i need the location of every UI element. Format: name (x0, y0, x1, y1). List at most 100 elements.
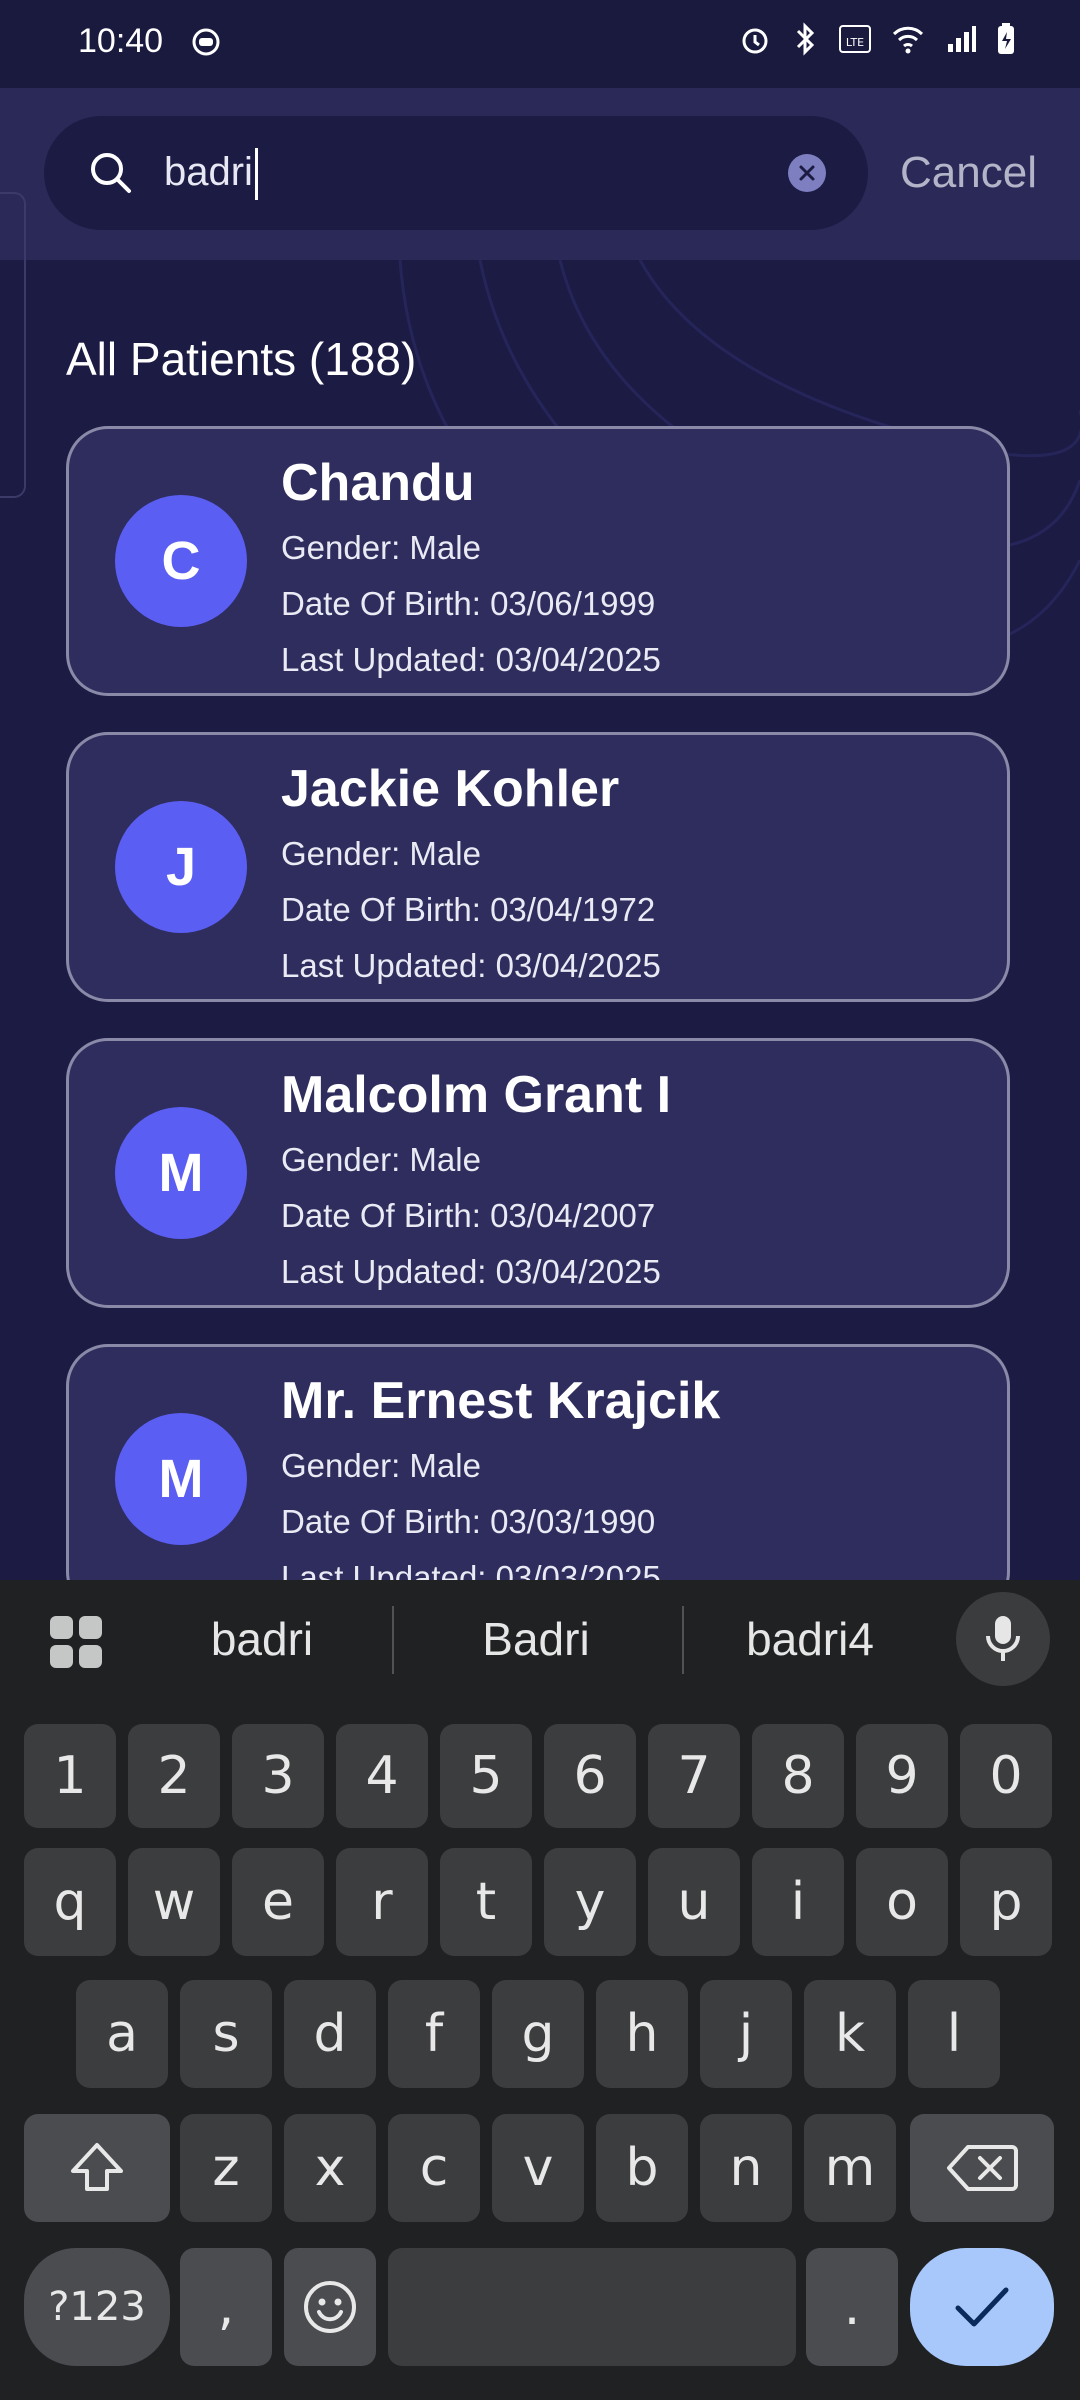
key-n[interactable]: n (700, 2114, 792, 2222)
suggestion-item[interactable]: badri4 (680, 1612, 940, 1666)
key-f[interactable]: f (388, 1980, 480, 2088)
key-p[interactable]: p (960, 1848, 1052, 1956)
checkmark-icon (955, 2287, 1009, 2327)
key-y[interactable]: y (544, 1848, 636, 1956)
avatar: M (115, 1107, 247, 1239)
close-icon (799, 165, 815, 181)
status-bar: 10:40 LTE (0, 0, 1080, 88)
comma-key[interactable]: , (180, 2248, 272, 2366)
backspace-icon (947, 2145, 1018, 2191)
key-i[interactable]: i (752, 1848, 844, 1956)
patient-card[interactable]: M Malcolm Grant I Gender: Male Date Of B… (66, 1038, 1010, 1308)
shift-key[interactable] (24, 2114, 170, 2222)
key-z[interactable]: z (180, 2114, 272, 2222)
patient-card[interactable]: C Chandu Gender: Male Date Of Birth: 03/… (66, 426, 1010, 696)
period-key[interactable]: . (806, 2248, 898, 2366)
signal-icon (948, 26, 976, 52)
suggestion-item[interactable]: badri (132, 1612, 392, 1666)
space-key[interactable] (388, 2248, 796, 2366)
status-time: 10:40 (78, 22, 164, 60)
search-input[interactable]: badri (44, 116, 868, 230)
key-t[interactable]: t (440, 1848, 532, 1956)
patient-last-updated: Last Updated: 03/04/2025 (281, 947, 661, 984)
keyboard-apps-icon[interactable] (48, 1614, 104, 1670)
key-m[interactable]: m (804, 2114, 896, 2222)
bluetooth-icon (796, 22, 815, 56)
key-2[interactable]: 2 (128, 1724, 220, 1828)
microphone-icon (986, 1616, 1020, 1661)
patient-last-updated: Last Updated: 03/04/2025 (281, 1253, 661, 1290)
patient-last-updated: Last Updated: 03/04/2025 (281, 641, 661, 678)
patient-dob: Date Of Birth: 03/04/1972 (281, 891, 656, 928)
backspace-key[interactable] (910, 2114, 1054, 2222)
clear-search-button[interactable] (788, 154, 826, 192)
patient-gender: Gender: Male (281, 529, 481, 566)
suggestion-item[interactable]: Badri (406, 1612, 666, 1666)
patient-name: Chandu (281, 454, 475, 512)
text-cursor (254, 148, 258, 201)
key-g[interactable]: g (492, 1980, 584, 2088)
enter-key[interactable] (910, 2248, 1054, 2366)
battery-icon (998, 23, 1014, 54)
patient-card[interactable]: M Mr. Ernest Krajcik Gender: Male Date O… (66, 1344, 1010, 1614)
patient-gender: Gender: Male (281, 1447, 481, 1484)
key-1[interactable]: 1 (24, 1724, 116, 1828)
key-a[interactable]: a (76, 1980, 168, 2088)
search-icon (91, 153, 131, 193)
patient-name: Malcolm Grant I (281, 1066, 672, 1124)
key-h[interactable]: h (596, 1980, 688, 2088)
patient-gender: Gender: Male (281, 835, 481, 872)
key-v[interactable]: v (492, 2114, 584, 2222)
avatar: C (115, 495, 247, 627)
key-d[interactable]: d (284, 1980, 376, 2088)
app-notification-icon (192, 28, 220, 56)
key-4[interactable]: 4 (336, 1724, 428, 1828)
symbols-key[interactable]: ?123 (24, 2248, 170, 2366)
patient-name: Jackie Kohler (281, 760, 620, 818)
shift-icon (71, 2143, 123, 2191)
suggestion-bar: badri Badri badri4 (0, 1580, 1080, 1700)
patient-name: Mr. Ernest Krajcik (281, 1372, 721, 1430)
key-r[interactable]: r (336, 1848, 428, 1956)
patient-dob: Date Of Birth: 03/03/1990 (281, 1503, 656, 1540)
cancel-button[interactable]: Cancel (900, 148, 1037, 198)
search-value: badri (164, 144, 258, 201)
soft-keyboard: badri Badri badri4 1 2 3 4 5 6 7 8 9 0 q… (0, 1580, 1080, 2400)
patient-dob: Date Of Birth: 03/06/1999 (281, 585, 656, 622)
key-9[interactable]: 9 (856, 1724, 948, 1828)
svg-text:LTE: LTE (846, 36, 864, 49)
status-icons: LTE (738, 22, 1016, 56)
emoji-key[interactable] (284, 2248, 376, 2366)
key-6[interactable]: 6 (544, 1724, 636, 1828)
avatar: J (115, 801, 247, 933)
key-e[interactable]: e (232, 1848, 324, 1956)
wifi-icon (892, 26, 924, 54)
section-title: All Patients (188) (66, 333, 417, 385)
key-j[interactable]: j (700, 1980, 792, 2088)
volte-icon: LTE (839, 25, 871, 53)
key-k[interactable]: k (804, 1980, 896, 2088)
key-o[interactable]: o (856, 1848, 948, 1956)
avatar: M (115, 1413, 247, 1545)
key-3[interactable]: 3 (232, 1724, 324, 1828)
patient-dob: Date Of Birth: 03/04/2007 (281, 1197, 656, 1234)
key-b[interactable]: b (596, 2114, 688, 2222)
emoji-icon (304, 2281, 356, 2333)
key-w[interactable]: w (128, 1848, 220, 1956)
voice-input-button[interactable] (956, 1592, 1050, 1686)
key-8[interactable]: 8 (752, 1724, 844, 1828)
suggestion-divider (392, 1606, 394, 1674)
key-l[interactable]: l (908, 1980, 1000, 2088)
alarm-icon (742, 28, 768, 54)
key-c[interactable]: c (388, 2114, 480, 2222)
key-q[interactable]: q (24, 1848, 116, 1956)
key-0[interactable]: 0 (960, 1724, 1052, 1828)
key-5[interactable]: 5 (440, 1724, 532, 1828)
key-7[interactable]: 7 (648, 1724, 740, 1828)
side-drawer-handle[interactable] (0, 192, 26, 498)
key-x[interactable]: x (284, 2114, 376, 2222)
patient-card[interactable]: J Jackie Kohler Gender: Male Date Of Bir… (66, 732, 1010, 1002)
key-s[interactable]: s (180, 1980, 272, 2088)
key-u[interactable]: u (648, 1848, 740, 1956)
patient-gender: Gender: Male (281, 1141, 481, 1178)
